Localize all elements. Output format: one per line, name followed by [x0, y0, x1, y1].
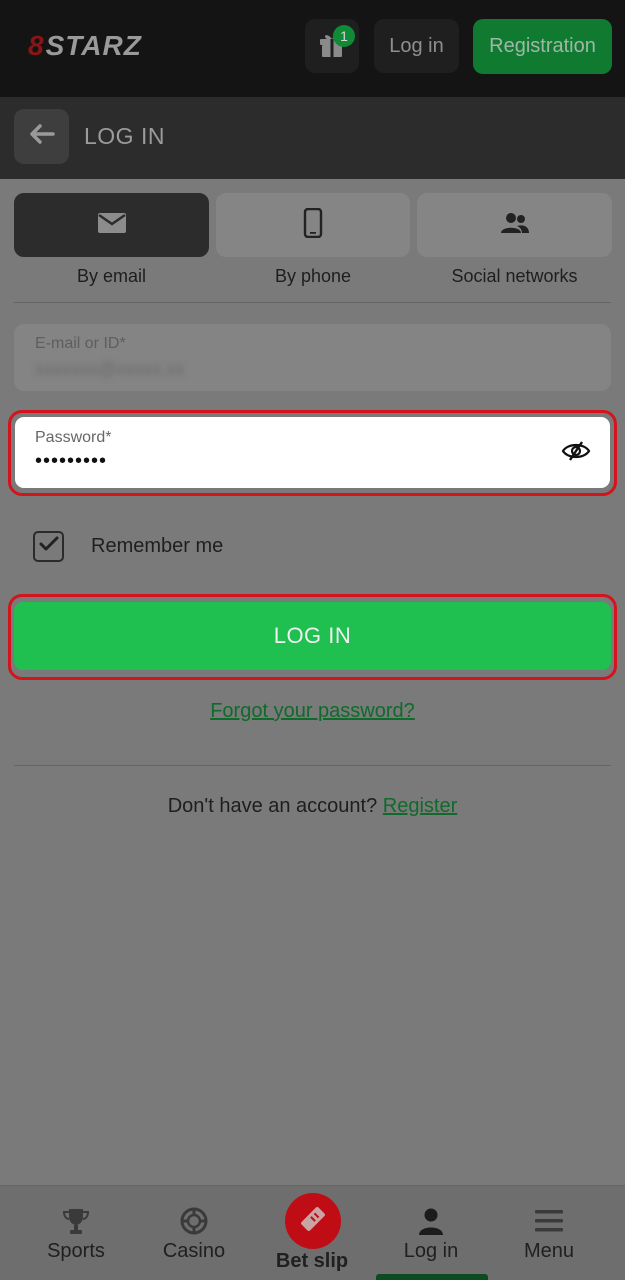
no-account-text: Don't have an account?: [167, 795, 378, 817]
email-value: xxxxxxx@xxxxx.xx: [35, 359, 185, 379]
register-prompt: Don't have an account? Register: [0, 795, 625, 818]
bet-slip-button[interactable]: [285, 1193, 341, 1249]
tab-by-phone[interactable]: [216, 193, 410, 257]
checkmark-icon: [39, 536, 59, 557]
divider: [14, 302, 611, 303]
envelope-icon: [97, 211, 127, 240]
ticket-icon: [298, 1204, 328, 1239]
page-header: LOG IN: [0, 97, 625, 179]
nav-menu[interactable]: Menu: [499, 1186, 599, 1280]
hamburger-icon: [533, 1206, 565, 1236]
nav-label-sports: Sports: [47, 1240, 105, 1262]
casino-chip-icon: [178, 1206, 210, 1236]
tab-label-email: By email: [76, 266, 147, 286]
top-bar: 8 STARZ 1 Log in Registration: [0, 0, 625, 97]
user-icon: [415, 1206, 447, 1236]
password-value: •••••••••: [35, 450, 108, 472]
eye-off-icon: [561, 439, 591, 468]
remember-me-checkbox[interactable]: [33, 531, 64, 562]
phone-icon: [303, 207, 323, 243]
nav-label-menu: Menu: [523, 1240, 575, 1262]
active-nav-indicator: [376, 1274, 488, 1280]
tab-label-social: Social networks: [451, 266, 578, 286]
forgot-password-link[interactable]: Forgot your password?: [0, 700, 625, 723]
logo-text: STARZ: [45, 30, 142, 61]
nav-log-in[interactable]: Log in: [381, 1186, 481, 1280]
logo-mark: 8: [28, 30, 45, 61]
back-button[interactable]: [14, 109, 69, 164]
people-icon: [500, 211, 530, 240]
nav-sports[interactable]: Sports: [26, 1186, 126, 1280]
gift-badge: 1: [333, 25, 355, 47]
arrow-left-icon: [29, 123, 55, 150]
gift-button[interactable]: 1: [305, 19, 359, 73]
tab-by-email[interactable]: [14, 193, 209, 257]
header-login-button[interactable]: Log in: [374, 19, 459, 73]
tab-social-networks[interactable]: [417, 193, 612, 257]
password-field[interactable]: Password* •••••••••: [15, 417, 610, 488]
nav-casino[interactable]: Casino: [144, 1186, 244, 1280]
nav-label-log-in: Log in: [403, 1240, 459, 1262]
page-title: LOG IN: [84, 123, 165, 149]
remember-me-label[interactable]: Remember me: [91, 535, 223, 558]
login-submit-button[interactable]: LOG IN: [14, 602, 611, 670]
trophy-icon: [60, 1206, 92, 1236]
register-link[interactable]: Register: [383, 795, 457, 817]
nav-label-bet-slip: Bet slip: [275, 1250, 349, 1272]
logo[interactable]: 8 STARZ: [28, 30, 142, 62]
tab-label-phone: By phone: [274, 266, 352, 286]
registration-button[interactable]: Registration: [473, 19, 612, 74]
divider: [14, 765, 611, 766]
email-field[interactable]: E-mail or ID* xxxxxxx@xxxxx.xx: [14, 324, 611, 391]
toggle-password-visibility[interactable]: [560, 439, 592, 467]
email-label: E-mail or ID*: [35, 335, 126, 352]
password-label: Password*: [35, 429, 112, 446]
nav-label-casino: Casino: [162, 1240, 226, 1262]
